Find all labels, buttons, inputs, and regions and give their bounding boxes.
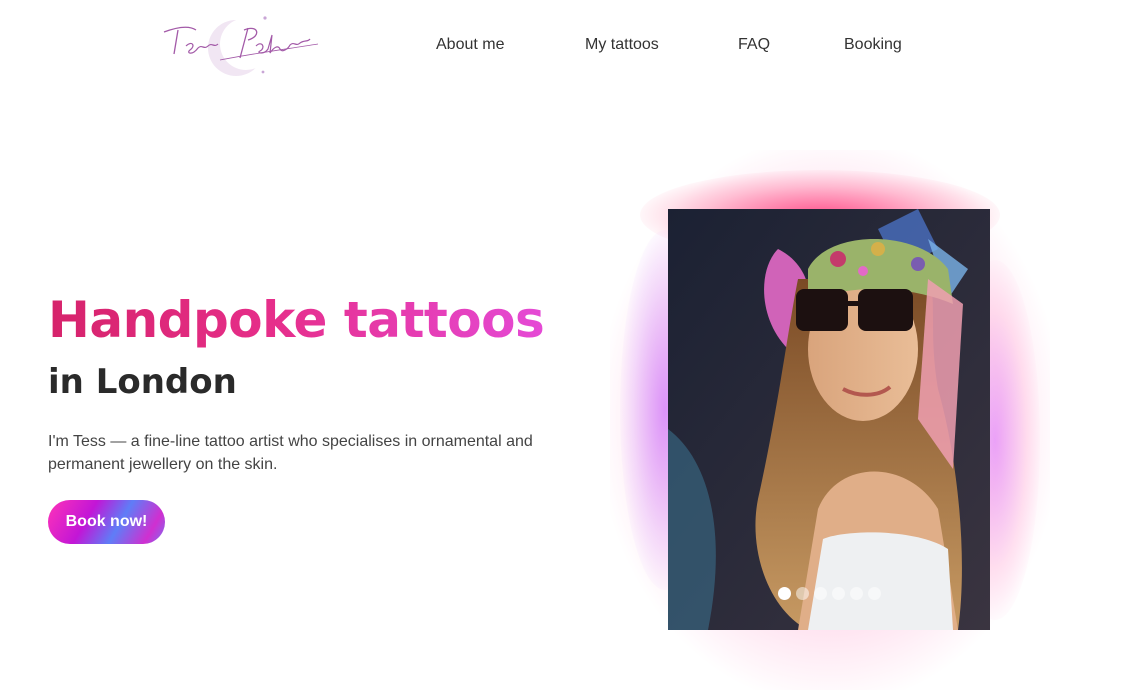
site-header: About me My tattoos FAQ Booking [0,0,1144,90]
carousel-dot[interactable] [814,587,827,600]
carousel-dot[interactable] [832,587,845,600]
carousel-dot[interactable] [778,587,791,600]
book-now-button[interactable]: Book now! [48,500,165,544]
hero-title: Handpoke tattoos [48,291,545,349]
main-nav: About me My tattoos FAQ Booking [0,0,1144,90]
carousel-dot[interactable] [796,587,809,600]
nav-item-faq[interactable]: FAQ [738,36,770,54]
hero-description: I'm Tess — a fine-line tattoo artist who… [48,433,533,473]
portrait-photo [668,209,990,630]
carousel-dots [778,587,888,601]
carousel-dot[interactable] [850,587,863,600]
carousel-dot[interactable] [868,587,881,600]
carousel-photo[interactable] [668,209,990,630]
nav-item-about-me[interactable]: About me [436,36,504,54]
nav-item-booking[interactable]: Booking [844,36,902,54]
nav-item-my-tattoos[interactable]: My tattoos [585,36,659,54]
hero-subtitle: in London [48,362,237,402]
